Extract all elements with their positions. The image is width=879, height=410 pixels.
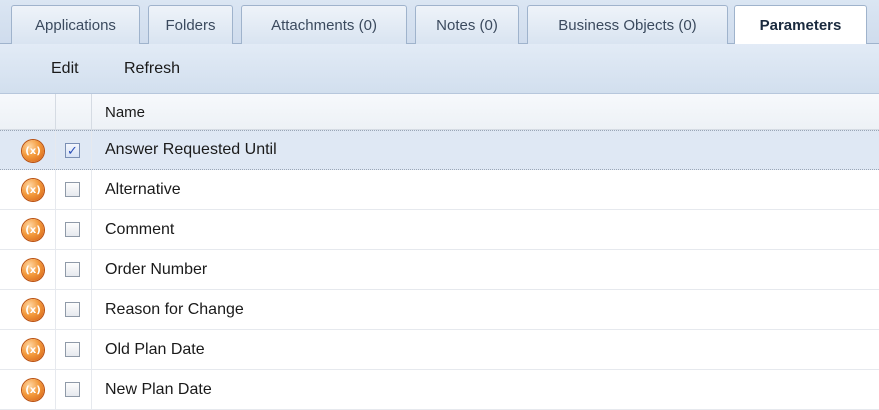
row-name: Alternative: [105, 180, 181, 198]
tab-strip: Applications Folders Attachments (0) Not…: [0, 0, 879, 45]
row-icon-cell: (x): [0, 290, 56, 329]
table-row[interactable]: (x) New Plan Date: [0, 370, 879, 410]
table-row[interactable]: (x) Alternative: [0, 170, 879, 210]
row-icon-cell: (x): [0, 210, 56, 249]
row-checkbox[interactable]: [65, 222, 80, 237]
row-checkbox[interactable]: [65, 342, 80, 357]
row-icon-cell: (x): [0, 170, 56, 209]
fx-parameter-icon: (x): [22, 339, 44, 361]
table-row[interactable]: (x) Reason for Change: [0, 290, 879, 330]
table-row[interactable]: (x) ✓ Answer Requested Until: [0, 130, 879, 170]
tab-notes[interactable]: Notes (0): [415, 5, 519, 44]
row-checkbox[interactable]: [65, 182, 80, 197]
row-icon-cell: (x): [0, 131, 56, 169]
fx-parameter-icon: (x): [22, 140, 44, 162]
tab-folders[interactable]: Folders: [148, 5, 233, 44]
fx-parameter-icon: (x): [22, 219, 44, 241]
header-icon-column: [0, 94, 56, 130]
row-name: Answer Requested Until: [105, 141, 277, 158]
row-check-cell: [56, 170, 92, 209]
tab-attachments[interactable]: Attachments (0): [241, 5, 407, 44]
tab-applications[interactable]: Applications: [11, 5, 140, 44]
fx-parameter-icon: (x): [22, 259, 44, 281]
row-icon-cell: (x): [0, 370, 56, 409]
row-checkbox[interactable]: [65, 262, 80, 277]
row-checkbox[interactable]: ✓: [65, 143, 80, 158]
edit-button[interactable]: Edit: [51, 44, 79, 94]
tab-business-objects[interactable]: Business Objects (0): [527, 5, 728, 44]
table-row[interactable]: (x) Comment: [0, 210, 879, 250]
row-name: Comment: [105, 220, 175, 238]
row-check-cell: [56, 330, 92, 369]
fx-parameter-icon: (x): [22, 379, 44, 401]
row-name: New Plan Date: [105, 380, 212, 398]
row-icon-cell: (x): [0, 250, 56, 289]
refresh-button[interactable]: Refresh: [124, 44, 180, 94]
row-check-cell: [56, 210, 92, 249]
row-checkbox[interactable]: [65, 382, 80, 397]
toolbar: Edit Refresh: [0, 44, 879, 94]
parameters-grid: Name (x) ✓ Answer Requested Until (x) Altern…: [0, 94, 879, 410]
row-checkbox[interactable]: [65, 302, 80, 317]
fx-parameter-icon: (x): [22, 299, 44, 321]
table-row[interactable]: (x) Order Number: [0, 250, 879, 290]
table-row[interactable]: (x) Old Plan Date: [0, 330, 879, 370]
row-check-cell: ✓: [56, 131, 92, 169]
row-check-cell: [56, 290, 92, 329]
grid-header: Name: [0, 94, 879, 130]
row-name: Old Plan Date: [105, 340, 205, 358]
grid-body: (x) ✓ Answer Requested Until (x) Alternative…: [0, 130, 879, 410]
tab-parameters[interactable]: Parameters: [734, 5, 867, 45]
row-check-cell: [56, 370, 92, 409]
parameters-panel: Applications Folders Attachments (0) Not…: [0, 0, 879, 410]
header-check-column[interactable]: [56, 94, 92, 130]
row-name: Reason for Change: [105, 300, 244, 318]
row-icon-cell: (x): [0, 330, 56, 369]
fx-parameter-icon: (x): [22, 179, 44, 201]
header-name-column[interactable]: Name: [92, 94, 879, 130]
row-check-cell: [56, 250, 92, 289]
row-name: Order Number: [105, 260, 208, 278]
